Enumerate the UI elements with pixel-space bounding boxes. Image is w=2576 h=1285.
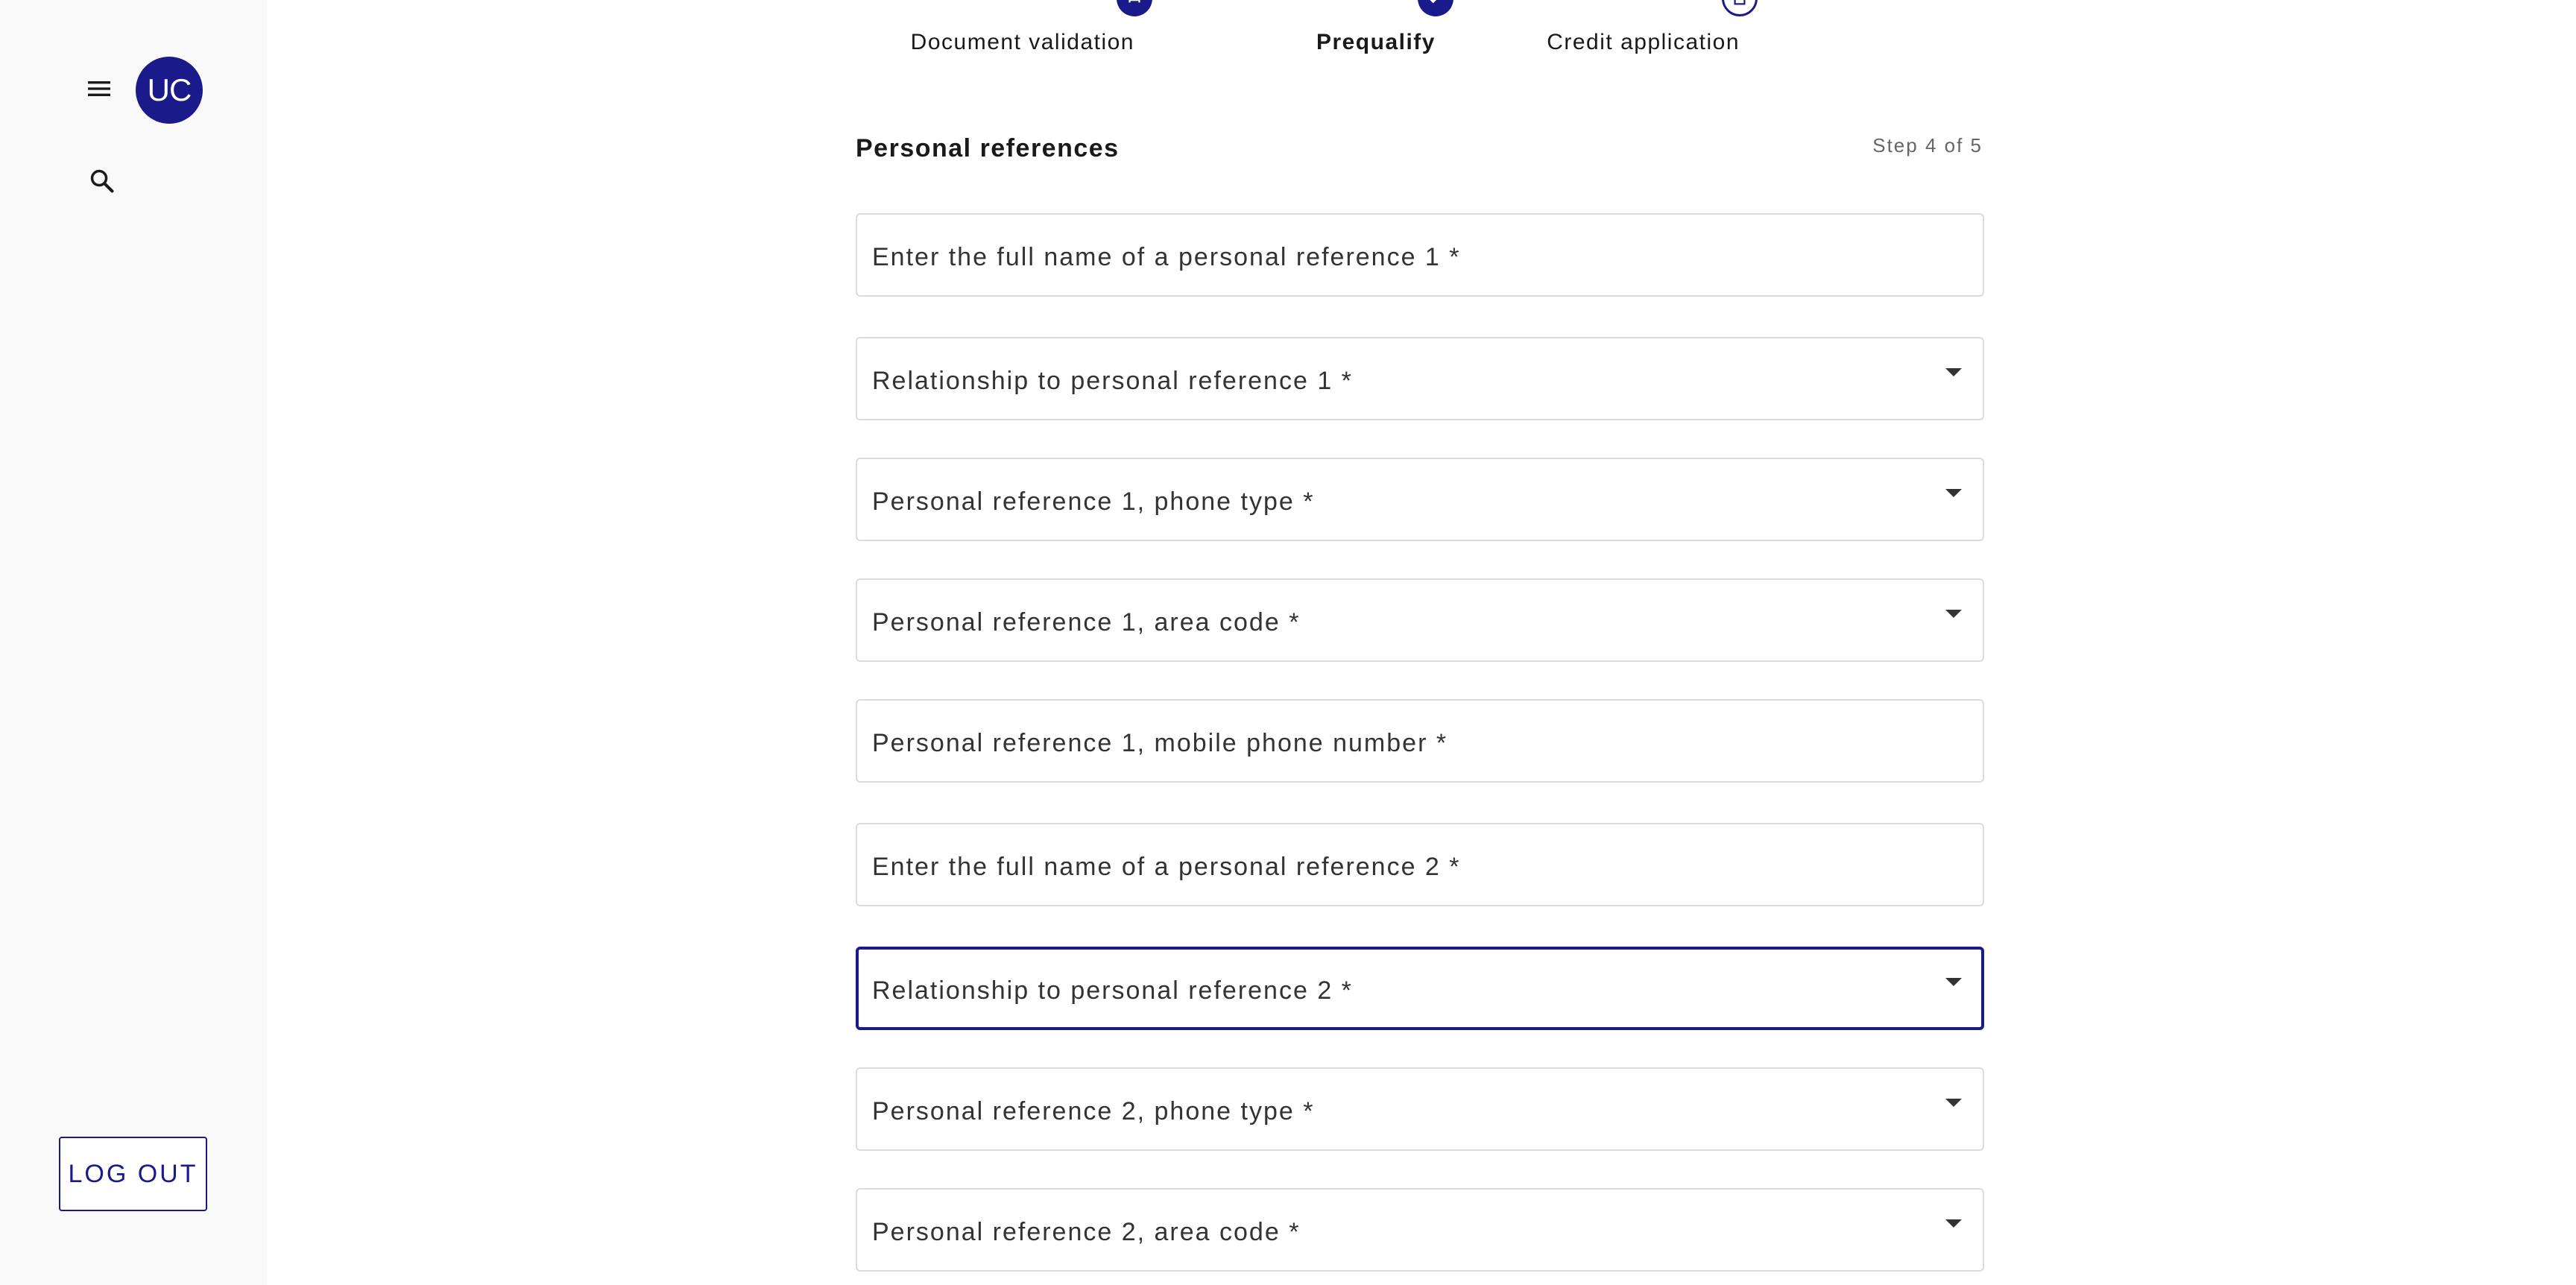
sidebar: UC LOG OUT — [0, 0, 267, 1285]
field-label: Enter the full name of a personal refere… — [872, 243, 1461, 271]
step-counter: Step 4 of 5 — [1872, 134, 1983, 157]
reference-1-relationship-select[interactable]: Relationship to personal reference 1 * — [856, 337, 1984, 420]
menu-icon — [84, 74, 114, 107]
field-label: Personal reference 2, phone type * — [872, 1097, 1315, 1125]
checklist-icon — [1418, 0, 1453, 16]
caret-down-icon — [1945, 489, 1962, 497]
logout-button[interactable]: LOG OUT — [59, 1137, 207, 1211]
step-label: Prequalify — [1316, 30, 1436, 54]
field-label: Relationship to personal reference 2 * — [872, 976, 1353, 1005]
field-label: Personal reference 1, area code * — [872, 608, 1301, 637]
reference-1-phone-type-select[interactable]: Personal reference 1, phone type * — [856, 458, 1984, 541]
reference-2-relationship-select[interactable]: Relationship to personal reference 2 * — [856, 947, 1984, 1030]
reference-2-full-name-field[interactable]: Enter the full name of a personal refere… — [856, 823, 1984, 906]
section-title: Personal references — [856, 134, 1120, 162]
reference-1-full-name-field[interactable]: Enter the full name of a personal refere… — [856, 213, 1984, 297]
avatar-initials: UC — [147, 72, 192, 107]
field-label: Personal reference 2, area code * — [872, 1218, 1301, 1246]
step-label: Document validation — [910, 30, 1135, 54]
avatar[interactable]: UC — [136, 57, 203, 124]
field-label: Enter the full name of a personal refere… — [872, 853, 1461, 881]
caret-down-icon — [1945, 610, 1962, 618]
caret-down-icon — [1945, 1099, 1962, 1107]
reference-1-mobile-number-field[interactable]: Personal reference 1, mobile phone numbe… — [856, 699, 1984, 783]
caret-down-icon — [1945, 368, 1962, 376]
app-root: UC LOG OUT Document validation Prequalif… — [0, 0, 2576, 1285]
menu-button[interactable] — [80, 72, 118, 109]
caret-down-icon — [1945, 978, 1962, 986]
reference-2-phone-type-select[interactable]: Personal reference 2, phone type * — [856, 1067, 1984, 1151]
field-label: Personal reference 1, phone type * — [872, 487, 1315, 516]
search-icon — [88, 167, 116, 199]
reference-2-area-code-select[interactable]: Personal reference 2, area code * — [856, 1188, 1984, 1272]
reference-1-area-code-select[interactable]: Personal reference 1, area code * — [856, 578, 1984, 662]
step-label: Credit application — [1547, 30, 1740, 54]
field-label: Relationship to personal reference 1 * — [872, 367, 1353, 395]
field-label: Personal reference 1, mobile phone numbe… — [872, 729, 1448, 757]
document-icon — [1722, 0, 1758, 16]
caret-down-icon — [1945, 1219, 1962, 1228]
car-icon — [1117, 0, 1152, 16]
search-button[interactable] — [83, 164, 121, 201]
